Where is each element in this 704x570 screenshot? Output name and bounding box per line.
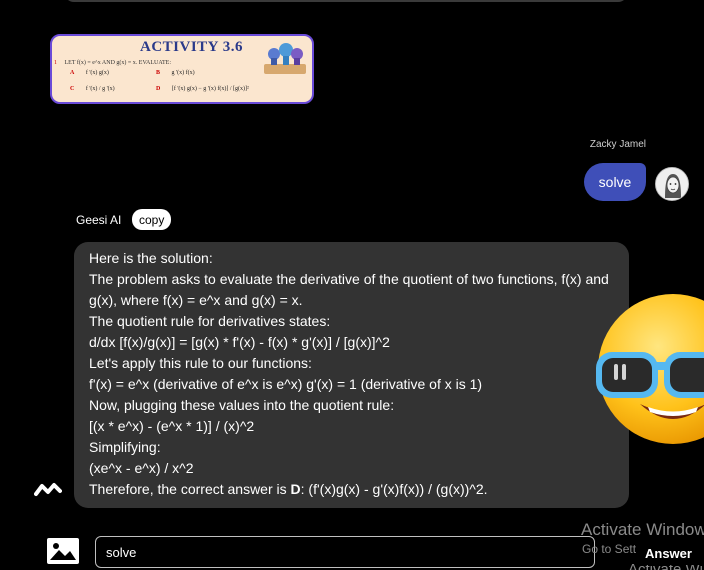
avatar[interactable] [655, 167, 689, 201]
activity-title: ACTIVITY 3.6 [140, 39, 243, 55]
ai-name: Geesi AI [76, 213, 122, 227]
option-letter: B [156, 70, 161, 76]
activity-illustration-icon [264, 43, 306, 74]
user-message-bubble: solve [584, 163, 646, 201]
activate-windows-title: Activate Window [581, 520, 704, 539]
ai-line: The quotient rule for derivatives states… [89, 313, 331, 329]
option-text: g '(x) f(x) [171, 70, 195, 76]
ai-line: Now, plugging these values into the quot… [89, 397, 395, 413]
ai-line: Simplifying: [89, 439, 161, 455]
user-avatar-icon [656, 168, 688, 200]
option-letter: D [156, 86, 161, 92]
final-answer: D [290, 481, 301, 497]
ai-line: g(x), where f(x) = e^x and g(x) = x. [89, 292, 303, 308]
option-letter: A [70, 70, 75, 76]
option-d: D [f '(x) g(x) − g '(x) f(x)] / [g(x)]² [156, 86, 249, 92]
option-text: f '(x) / g '(x) [85, 86, 115, 92]
ai-line: f'(x) = e^x (derivative of e^x is e^x) g… [89, 376, 483, 392]
ai-line: Here is the solution: [89, 250, 213, 266]
activity-image-card[interactable]: ACTIVITY 3.6 1 LET f(x) = e^x AND g(x) =… [50, 34, 314, 104]
ai-final-answer-line: Therefore, the correct answer is D: (f'(… [89, 479, 615, 500]
chat-input[interactable] [95, 536, 595, 568]
ai-message-bubble: Here is the solution: The problem asks t… [74, 242, 629, 508]
option-c: C f '(x) / g '(x) [70, 86, 115, 92]
option-b: B g '(x) f(x) [156, 70, 195, 76]
ai-line: [(x * e^x) - (e^x * 1)] / (x)^2 [89, 418, 255, 434]
image-icon[interactable] [46, 537, 80, 565]
option-text: [f '(x) g(x) − g '(x) f(x)] / [g(x)]² [171, 86, 249, 92]
question-number: 1 [54, 60, 57, 66]
option-text: f '(x) g(x) [85, 70, 109, 76]
previous-message-frame [64, 0, 628, 2]
ai-line: The problem asks to evaluate the derivat… [89, 271, 609, 287]
user-message-text: solve [598, 174, 632, 190]
option-letter: C [70, 86, 75, 92]
option-a: A f '(x) g(x) [70, 70, 109, 76]
final-prefix: Therefore, the correct answer is [89, 481, 291, 497]
final-suffix: : (f'(x)g(x) - g'(x)f(x)) / (g(x))^2. [300, 481, 488, 497]
activity-question: 1 LET f(x) = e^x AND g(x) = x. EVALUATE: [54, 60, 171, 66]
ai-line: d/dx [f(x)/g(x)] = [g(x) * f'(x) - f(x) … [89, 334, 390, 350]
ai-line: (xe^x - e^x) / x^2 [89, 460, 194, 476]
sunglasses-emoji-icon [596, 294, 704, 444]
copy-button[interactable]: copy [132, 209, 172, 230]
answer-button[interactable]: Answer [636, 541, 704, 565]
user-name: Zacky Jamel [589, 139, 646, 150]
ai-line: Let's apply this rule to our functions: [89, 355, 312, 371]
question-text: LET f(x) = e^x AND g(x) = x. EVALUATE: [64, 60, 172, 66]
wave-icon [34, 483, 62, 496]
